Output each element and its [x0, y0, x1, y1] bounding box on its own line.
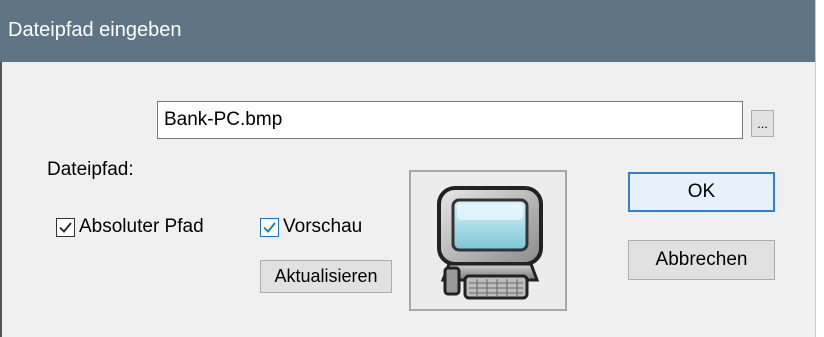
title-bar[interactable]: Dateipfad eingeben [0, 0, 815, 62]
file-path-label: Dateipfad: [47, 159, 134, 180]
window-frame-right [815, 0, 824, 337]
file-path-input[interactable] [157, 101, 743, 139]
preview-label: Vorschau [283, 216, 363, 237]
window-title: Dateipfad eingeben [8, 19, 182, 41]
dialog-window: Dateipfad eingeben ... Dateipfad: Absolu… [0, 0, 824, 337]
computer-icon [437, 186, 543, 300]
refresh-button[interactable]: Aktualisieren [260, 260, 392, 293]
checkbox-checked-icon [56, 217, 75, 237]
cancel-button[interactable]: Abbrechen [628, 240, 775, 280]
browse-button[interactable]: ... [751, 110, 774, 137]
checkbox-checked-icon [260, 217, 279, 237]
image-preview [409, 170, 567, 311]
window-frame-left [0, 62, 2, 337]
preview-checkbox[interactable]: Vorschau [260, 216, 362, 238]
absolute-path-checkbox[interactable]: Absoluter Pfad [56, 216, 204, 238]
absolute-path-label: Absoluter Pfad [79, 216, 204, 237]
ok-button[interactable]: OK [628, 172, 775, 212]
